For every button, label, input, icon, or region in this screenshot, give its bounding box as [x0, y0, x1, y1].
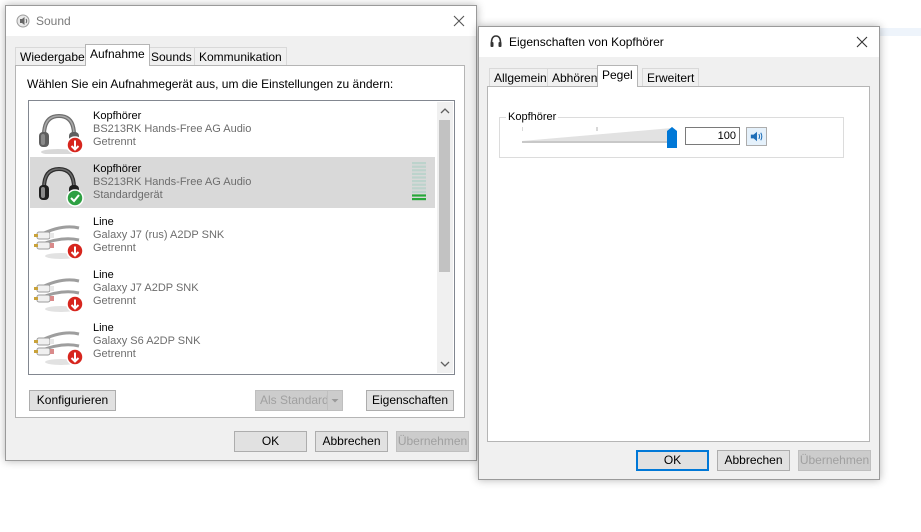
sound-apply-button[interactable]: Übernehmen — [396, 431, 469, 452]
tab-erweitert[interactable]: Erweitert — [642, 68, 700, 87]
disconnected-arrow-badge — [66, 348, 84, 366]
disconnected-arrow-badge — [66, 295, 84, 313]
close-icon[interactable] — [450, 12, 468, 30]
device-status: Getrennt — [93, 348, 136, 360]
device-description: Galaxy J7 (rus) A2DP SNK — [93, 229, 225, 241]
tab-pegel[interactable]: Pegel — [597, 65, 638, 87]
background-strip — [878, 28, 921, 36]
device-description: BS213RK Hands-Free AG Audio — [93, 123, 252, 135]
device-row[interactable]: Kopfhörer BS213RK Hands-Free AG Audio Ge… — [30, 104, 435, 155]
close-icon[interactable] — [853, 33, 871, 51]
device-list-scrollbar[interactable] — [437, 102, 453, 373]
device-name: Kopfhörer — [93, 163, 142, 175]
headset-app-icon — [490, 35, 502, 47]
properties-ok-button[interactable]: OK — [636, 450, 709, 471]
speaker-app-icon — [16, 14, 30, 28]
configure-button[interactable]: Konfigurieren — [29, 390, 116, 411]
level-meter-segment — [412, 162, 426, 165]
sound-ok-button[interactable]: OK — [234, 431, 307, 452]
device-row[interactable]: Kopfhörer BS213RK Hands-Free AG Audio St… — [30, 157, 435, 208]
device-status: Getrennt — [93, 295, 136, 307]
level-meter-segment — [412, 183, 426, 186]
device-name: Line — [93, 269, 114, 281]
device-row[interactable]: Line Galaxy J7 (rus) A2DP SNK Getrennt — [30, 210, 435, 261]
device-row[interactable]: Line Galaxy S6 A2DP SNK Getrennt — [30, 316, 435, 367]
device-name: Kopfhörer — [93, 110, 142, 122]
scroll-up-arrow-icon[interactable] — [440, 106, 450, 116]
sound-window: Sound Wiedergabe Aufnahme Sounds Kommuni… — [5, 5, 477, 461]
properties-apply-button[interactable]: Übernehmen — [798, 450, 871, 471]
instruction-label: Wählen Sie ein Aufnahmegerät aus, um die… — [27, 77, 394, 91]
headset-icon — [39, 166, 84, 207]
headset-icon — [39, 113, 84, 154]
level-meter-segment — [412, 198, 426, 201]
device-row[interactable]: Line Galaxy J7 A2DP SNK Getrennt — [30, 263, 435, 314]
device-status: Standardgerät — [93, 189, 163, 201]
level-group-label: Kopfhörer — [506, 111, 559, 123]
rca-cable-icon — [34, 225, 84, 260]
level-value-text: 100 — [717, 130, 736, 142]
device-list-scroll-thumb[interactable] — [439, 120, 450, 272]
properties-window: Eigenschaften von Kopfhörer Allgemein Ab… — [478, 26, 880, 480]
level-value-field[interactable]: 100 — [685, 127, 740, 145]
sound-cancel-button[interactable]: Abbrechen — [315, 431, 388, 452]
level-meter-segment — [412, 176, 426, 179]
properties-cancel-button[interactable]: Abbrechen — [717, 450, 790, 471]
tab-wiedergabe[interactable]: Wiedergabe — [15, 47, 90, 66]
device-status: Getrennt — [93, 136, 136, 148]
tab-abhoeren[interactable]: Abhören — [547, 68, 603, 87]
level-meter-segment — [412, 194, 426, 197]
rca-cable-icon — [34, 278, 84, 313]
mute-toggle-button[interactable] — [746, 127, 767, 146]
rca-cable-icon — [34, 331, 84, 366]
level-meter-segment — [412, 172, 426, 175]
level-meter-segment — [412, 190, 426, 193]
properties-button[interactable]: Eigenschaften — [366, 390, 454, 411]
tab-aufnahme[interactable]: Aufnahme — [85, 44, 150, 66]
level-slider-thumb — [667, 127, 677, 148]
set-default-dropdown-arrow-icon[interactable] — [327, 391, 342, 410]
device-description: Galaxy J7 A2DP SNK — [93, 282, 199, 294]
tab-sounds[interactable]: Sounds — [146, 47, 197, 66]
level-slider[interactable] — [521, 127, 682, 149]
recording-device-list[interactable]: Kopfhörer BS213RK Hands-Free AG Audio Ge… — [28, 100, 455, 375]
level-meter-segment — [412, 187, 426, 190]
speaker-icon — [750, 131, 763, 142]
level-meter-segment — [412, 180, 426, 183]
level-slider-track — [521, 127, 677, 148]
disconnected-arrow-badge — [66, 242, 84, 260]
device-description: BS213RK Hands-Free AG Audio — [93, 176, 252, 188]
device-name: Line — [93, 322, 114, 334]
level-meter-segment — [412, 169, 426, 172]
set-default-label: Als Standard — [260, 393, 329, 407]
set-default-dropdown-button[interactable]: Als Standard — [255, 390, 343, 411]
level-tab-page: Kopfhörer 100 — [487, 86, 870, 442]
recording-tab-page: Wählen Sie ein Aufnahmegerät aus, um die… — [15, 65, 465, 418]
properties-window-title: Eigenschaften von Kopfhörer — [509, 35, 664, 49]
level-meter-segment — [412, 165, 426, 168]
sound-titlebar: Sound — [6, 6, 476, 36]
properties-titlebar: Eigenschaften von Kopfhörer — [479, 27, 879, 57]
default-check-badge — [66, 189, 84, 207]
input-level-meter — [412, 162, 426, 201]
device-name: Line — [93, 216, 114, 228]
disconnected-arrow-badge — [66, 136, 84, 154]
device-status: Getrennt — [93, 242, 136, 254]
device-description: Galaxy S6 A2DP SNK — [93, 335, 201, 347]
tab-allgemein[interactable]: Allgemein — [489, 68, 552, 87]
tab-kommunikation[interactable]: Kommunikation — [194, 47, 287, 66]
sound-window-title: Sound — [36, 14, 71, 28]
scroll-down-arrow-icon[interactable] — [440, 359, 450, 369]
